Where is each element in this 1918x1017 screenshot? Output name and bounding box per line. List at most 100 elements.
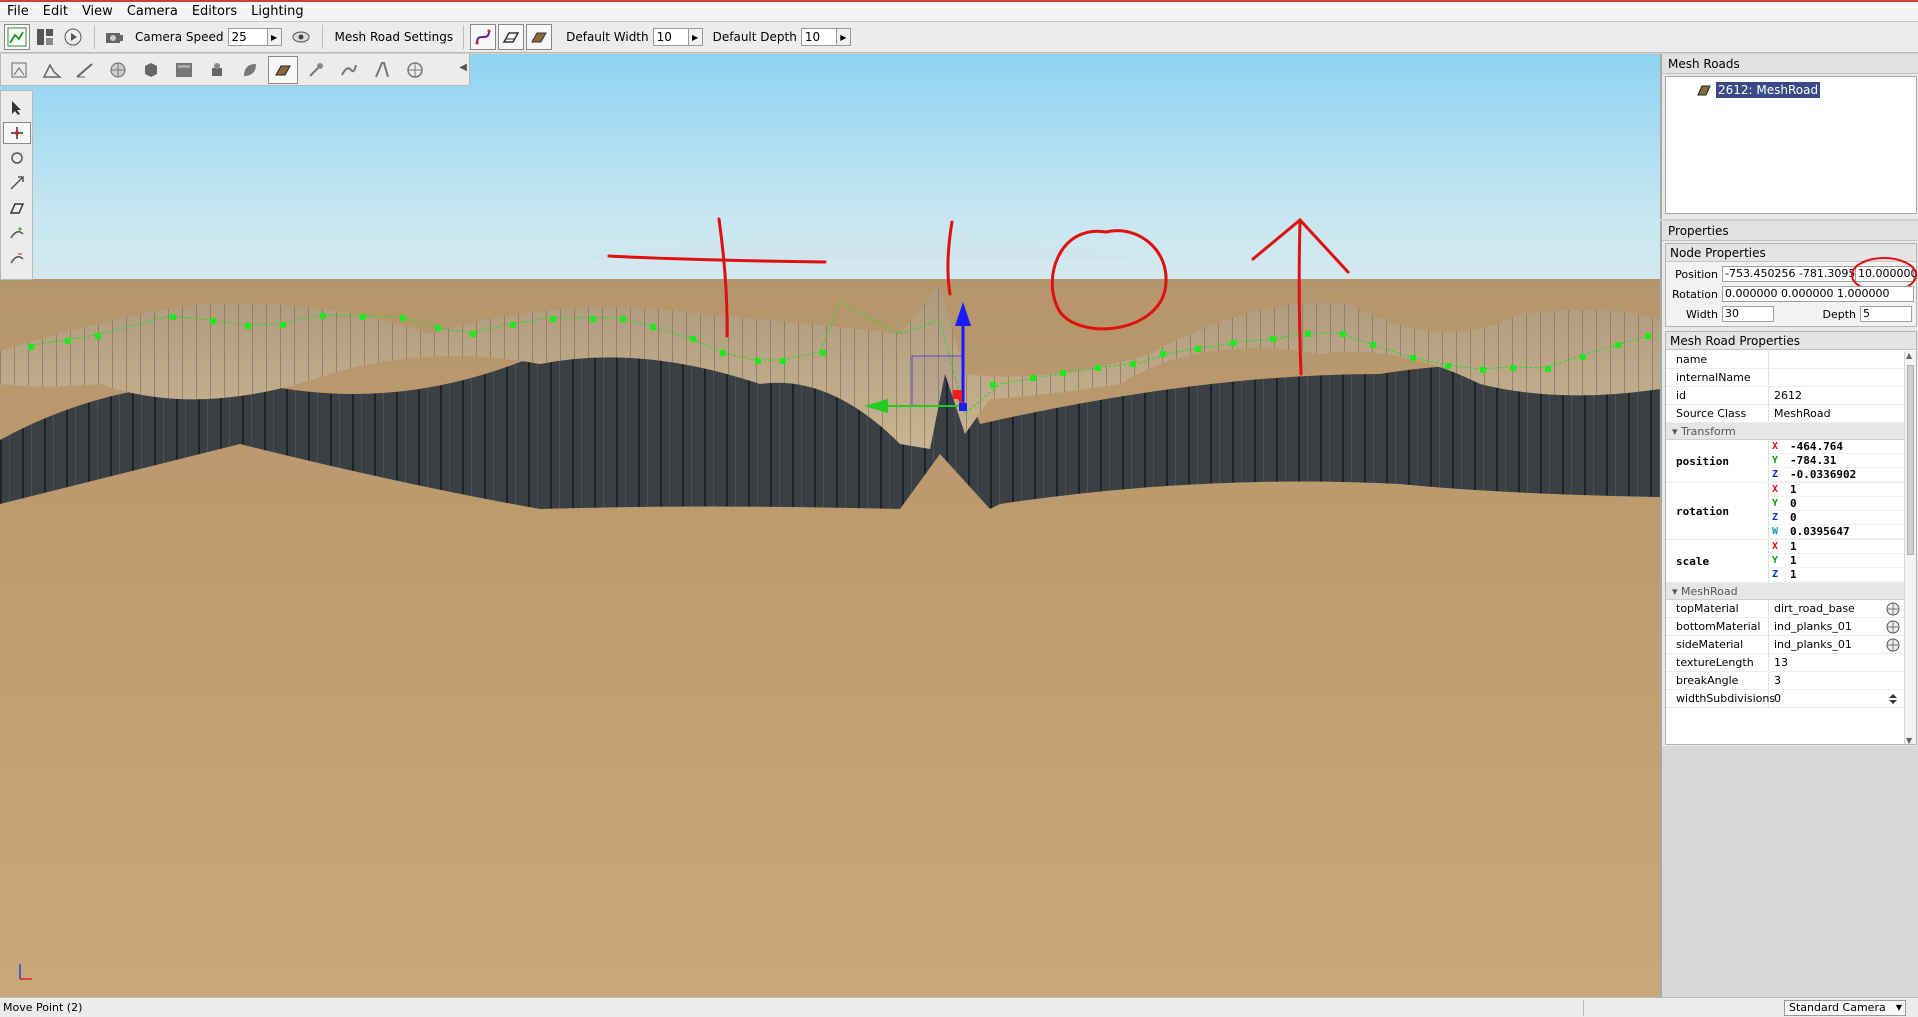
editor-toolbar: ◀ xyxy=(0,54,470,86)
status-text: Move Point (2) xyxy=(3,1001,83,1014)
menu-edit[interactable]: Edit xyxy=(36,2,75,22)
camera-mode-value: Standard Camera xyxy=(1789,1001,1886,1014)
3d-viewport[interactable] xyxy=(0,54,1660,997)
width-label: Width xyxy=(1686,307,1718,321)
material-picker-icon[interactable] xyxy=(1886,620,1900,634)
rotate-point-tool-button[interactable] xyxy=(3,147,31,169)
create-road-tool-button[interactable] xyxy=(3,197,31,219)
toolbar-separator xyxy=(321,25,323,49)
field-id: id 2612 xyxy=(1666,387,1904,405)
inspector-fields: name internalName id 2612 Source Class M… xyxy=(1666,351,1904,744)
default-depth-input[interactable]: 10 xyxy=(800,28,837,46)
material-picker-icon[interactable] xyxy=(1886,602,1900,616)
remove-point-tool-button[interactable] xyxy=(3,247,31,269)
default-width-input[interactable]: 10 xyxy=(652,28,689,46)
position-xy-field[interactable]: -753.450256 -781.309509 xyxy=(1722,266,1856,282)
terrain-editor-button[interactable] xyxy=(37,56,67,84)
position-z-field[interactable]: 10.000000 xyxy=(1851,257,1918,293)
position-x[interactable]: X -464.764 xyxy=(1769,440,1904,454)
camera-speed-input[interactable]: 25 xyxy=(227,28,268,46)
forest-editor-button[interactable] xyxy=(235,56,265,84)
camera-speed-arrow[interactable]: ▶ xyxy=(267,28,282,46)
meshroad-group-header[interactable]: ▾ MeshRoad xyxy=(1666,583,1904,600)
world-editor-button[interactable] xyxy=(4,24,30,50)
mesh-road-icon xyxy=(1697,85,1711,96)
rotation-z[interactable]: Z0 xyxy=(1769,511,1904,525)
leaf-icon xyxy=(244,63,256,76)
axis-z-label: Z xyxy=(1772,512,1779,523)
default-depth-label: Default Depth xyxy=(712,30,797,44)
add-point-tool-button[interactable] xyxy=(3,222,31,244)
default-depth-arrow[interactable]: ▶ xyxy=(836,28,851,46)
spline-interpolation-button[interactable] xyxy=(470,24,497,50)
menu-lighting[interactable]: Lighting xyxy=(244,2,311,22)
field-internal-name: internalName xyxy=(1666,369,1904,387)
rotation-row: Rotation 0.000000 0.000000 1.000000 xyxy=(1666,286,1914,302)
rotation-label: Rotation xyxy=(1671,287,1718,301)
shape-editor-button[interactable] xyxy=(400,56,430,84)
menu-editors[interactable]: Editors xyxy=(185,2,244,22)
mesh-road-settings-label: Mesh Road Settings xyxy=(334,30,454,44)
object-editor-button[interactable] xyxy=(4,56,34,84)
scroll-up-icon[interactable]: ▲ xyxy=(1906,351,1912,360)
scale-x[interactable]: X1 xyxy=(1769,540,1904,554)
camera-button[interactable] xyxy=(101,24,127,50)
axis-y-label: Y xyxy=(1772,498,1779,509)
node-properties: Node Properties Position -753.450256 -78… xyxy=(1665,243,1918,327)
material-picker-icon[interactable] xyxy=(1886,638,1900,652)
move-point-icon xyxy=(11,127,23,139)
mesh-road-editor-button[interactable] xyxy=(268,55,298,84)
move-point-tool-button[interactable] xyxy=(3,122,31,144)
select-tool-button[interactable] xyxy=(3,97,31,119)
rotate-icon xyxy=(11,152,23,164)
menu-camera[interactable]: Camera xyxy=(120,2,185,22)
chevron-down-icon: ▼ xyxy=(1895,1003,1902,1012)
rotation-field[interactable]: 0.000000 0.000000 1.000000 xyxy=(1722,286,1914,302)
transform-group-header[interactable]: ▾ Transform xyxy=(1666,423,1904,440)
toolbar-separator xyxy=(94,25,95,49)
particle-editor-button[interactable] xyxy=(301,56,331,84)
road-wireframe-button[interactable] xyxy=(498,24,525,50)
collapse-toolbar-icon[interactable]: ◀ xyxy=(459,62,467,73)
width-field[interactable]: 30 xyxy=(1722,306,1774,322)
scroll-down-icon[interactable]: ▼ xyxy=(1906,736,1912,744)
river-editor-button[interactable] xyxy=(334,56,364,84)
menu-file[interactable]: File xyxy=(0,2,36,22)
default-width-label: Default Width xyxy=(566,30,649,44)
rotation-x[interactable]: X1 xyxy=(1769,483,1904,497)
datablock-editor-button[interactable] xyxy=(169,56,199,84)
tree-item-label: 2612: MeshRoad xyxy=(1716,82,1821,98)
sketch-tool-button[interactable] xyxy=(136,56,166,84)
position-y[interactable]: Y -784.31 xyxy=(1769,454,1904,468)
scrollbar-thumb[interactable] xyxy=(1907,365,1914,555)
menu-view[interactable]: View xyxy=(75,2,120,22)
scale-z[interactable]: Z1 xyxy=(1769,568,1904,582)
spinner-icon[interactable] xyxy=(1886,692,1900,706)
scale-point-tool-button[interactable] xyxy=(3,172,31,194)
properties-title: Properties xyxy=(1662,221,1918,241)
status-bar: Move Point (2) Standard Camera ▼ xyxy=(0,997,1918,1017)
menu-bar: File Edit View Camera Editors Lighting xyxy=(0,0,1918,22)
road-editor-button[interactable] xyxy=(367,56,397,84)
gui-editor-button[interactable] xyxy=(32,24,58,50)
status-separator xyxy=(1583,999,1584,1016)
tree-item-mesh-road[interactable]: 2612: MeshRoad xyxy=(1696,82,1821,98)
position-z[interactable]: Z -0.0336902 xyxy=(1769,468,1904,482)
scale-y[interactable]: Y1 xyxy=(1769,554,1904,568)
default-width-arrow[interactable]: ▶ xyxy=(688,28,703,46)
axis-y-label: Y xyxy=(1772,555,1779,566)
decal-editor-button[interactable] xyxy=(202,56,232,84)
road-render-button[interactable] xyxy=(526,24,553,50)
rotation-w[interactable]: W 0.0395647 xyxy=(1769,525,1904,539)
gui-editor-icon xyxy=(37,29,53,45)
rotation-y[interactable]: Y0 xyxy=(1769,497,1904,511)
play-icon xyxy=(64,28,82,46)
terrain-painter-button[interactable] xyxy=(70,56,100,84)
inspector-scrollbar[interactable]: ▲ ▼ xyxy=(1904,351,1916,744)
camera-mode-select[interactable]: Standard Camera ▼ xyxy=(1784,999,1906,1016)
material-editor-button[interactable] xyxy=(103,56,133,84)
depth-field[interactable]: 5 xyxy=(1860,306,1912,322)
visibility-button[interactable] xyxy=(288,24,314,50)
play-game-button[interactable] xyxy=(60,24,86,50)
material-sphere-icon xyxy=(110,62,126,77)
